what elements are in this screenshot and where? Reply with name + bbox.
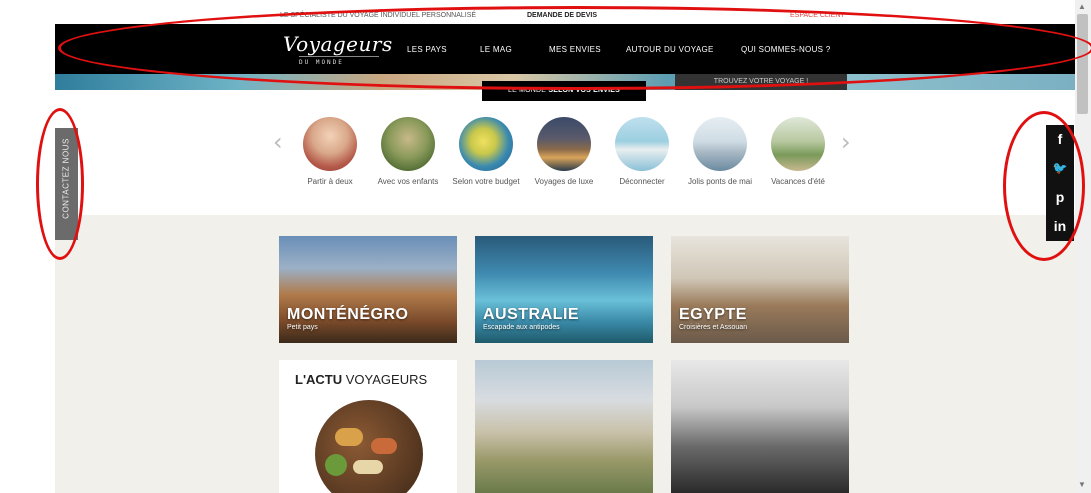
quote-link[interactable]: DEMANDE DE DEVIS xyxy=(527,12,597,19)
pinterest-icon[interactable]: p xyxy=(1046,183,1074,212)
couple-room-photo xyxy=(303,117,357,171)
envie-label: Déconnecter xyxy=(619,177,665,186)
boat-sea-photo xyxy=(615,117,669,171)
twitter-icon[interactable]: 🐦 xyxy=(1046,154,1074,183)
social-bar: f 🐦 p in xyxy=(1046,125,1074,241)
envie-item[interactable]: Déconnecter xyxy=(607,117,677,187)
scrollbar[interactable]: ▲ ▼ xyxy=(1075,0,1091,493)
actu-card[interactable]: L'ACTU VOYAGEURS xyxy=(279,360,457,493)
envie-label: Avec vos enfants xyxy=(377,177,439,186)
luxury-villa-photo xyxy=(537,117,591,171)
lemons-photo xyxy=(459,117,513,171)
main-navbar: Voyageurs DU MONDE LES PAYS LE MAG MES E… xyxy=(55,24,1075,74)
actu-title: L'ACTU VOYAGEURS xyxy=(295,372,427,387)
envie-label: Vacances d'été xyxy=(771,177,825,186)
city-photo-tile[interactable] xyxy=(671,360,849,493)
tile-title: MONTÉNÉGRO xyxy=(287,306,409,323)
find-trip-button[interactable]: TROUVEZ VOTRE VOYAGE ! xyxy=(675,74,847,90)
linkedin-icon[interactable]: in xyxy=(1046,212,1074,241)
envie-label: Voyages de luxe xyxy=(534,177,594,186)
nav-qui-sommes-nous[interactable]: QUI SOMMES-NOUS ? xyxy=(741,45,831,54)
actu-bold: L'ACTU xyxy=(295,372,343,387)
monde-envies-button[interactable]: LE MONDE SELON VOS ENVIES xyxy=(482,81,646,101)
nav-les-pays[interactable]: LES PAYS xyxy=(407,45,447,54)
page: LE SPÉCIALISTE DU VOYAGE INDIVIDUEL PERS… xyxy=(55,0,1075,493)
beach-photo-tile[interactable] xyxy=(475,360,653,493)
envie-label: Selon votre budget xyxy=(452,177,520,186)
envie-label: Jolis ponts de mai xyxy=(687,177,753,186)
envie-item[interactable]: Selon votre budget xyxy=(451,117,521,187)
harbor-city-photo xyxy=(693,117,747,171)
tile-subtitle: Petit pays xyxy=(287,324,318,331)
destination-tile[interactable]: MONTÉNÉGRO Petit pays xyxy=(279,236,457,343)
actu-rest: VOYAGEURS xyxy=(345,372,428,387)
scroll-up-icon[interactable]: ▲ xyxy=(1078,2,1086,11)
contact-tab[interactable]: CONTACTEZ NOUS xyxy=(55,128,78,240)
envie-item[interactable]: Partir à deux xyxy=(295,117,365,187)
nav-autour-du-voyage[interactable]: AUTOUR DU VOYAGE xyxy=(626,45,714,54)
logo[interactable]: Voyageurs xyxy=(283,32,393,56)
scroll-down-icon[interactable]: ▼ xyxy=(1078,480,1086,489)
tile-subtitle: Escapade aux antipodes xyxy=(483,324,560,331)
food-plate-photo xyxy=(315,400,423,493)
tile-subtitle: Croisières et Assouan xyxy=(679,324,748,331)
client-area-link[interactable]: ESPACE CLIENT xyxy=(790,12,845,19)
scroll-thumb[interactable] xyxy=(1077,14,1088,114)
destination-tile[interactable]: AUSTRALIE Escapade aux antipodes xyxy=(475,236,653,343)
envie-item[interactable]: Avec vos enfants xyxy=(373,117,443,187)
nav-le-mag[interactable]: LE MAG xyxy=(480,45,512,54)
logo-subtitle: DU MONDE xyxy=(299,56,379,66)
contact-label: CONTACTEZ NOUS xyxy=(61,138,71,219)
tagline: LE SPÉCIALISTE DU VOYAGE INDIVIDUEL PERS… xyxy=(280,12,477,19)
family-garden-photo xyxy=(381,117,435,171)
beach-walk-photo xyxy=(771,117,825,171)
nav-mes-envies[interactable]: MES ENVIES xyxy=(549,45,601,54)
carousel-next-icon[interactable]: › xyxy=(841,128,851,156)
facebook-icon[interactable]: f xyxy=(1046,125,1074,154)
envie-item[interactable]: Vacances d'été xyxy=(763,117,833,187)
monde-bold: SELON VOS ENVIES xyxy=(548,87,620,94)
envie-item[interactable]: Jolis ponts de mai xyxy=(685,117,755,187)
carousel-prev-icon[interactable]: ‹ xyxy=(273,128,283,156)
envie-item[interactable]: Voyages de luxe xyxy=(529,117,599,187)
top-bar: LE SPÉCIALISTE DU VOYAGE INDIVIDUEL PERS… xyxy=(55,10,1075,24)
tile-title: EGYPTE xyxy=(679,306,747,323)
monde-prefix: LE MONDE xyxy=(508,87,547,94)
envie-label: Partir à deux xyxy=(307,177,353,186)
destination-tile[interactable]: EGYPTE Croisières et Assouan xyxy=(671,236,849,343)
tile-title: AUSTRALIE xyxy=(483,306,580,323)
